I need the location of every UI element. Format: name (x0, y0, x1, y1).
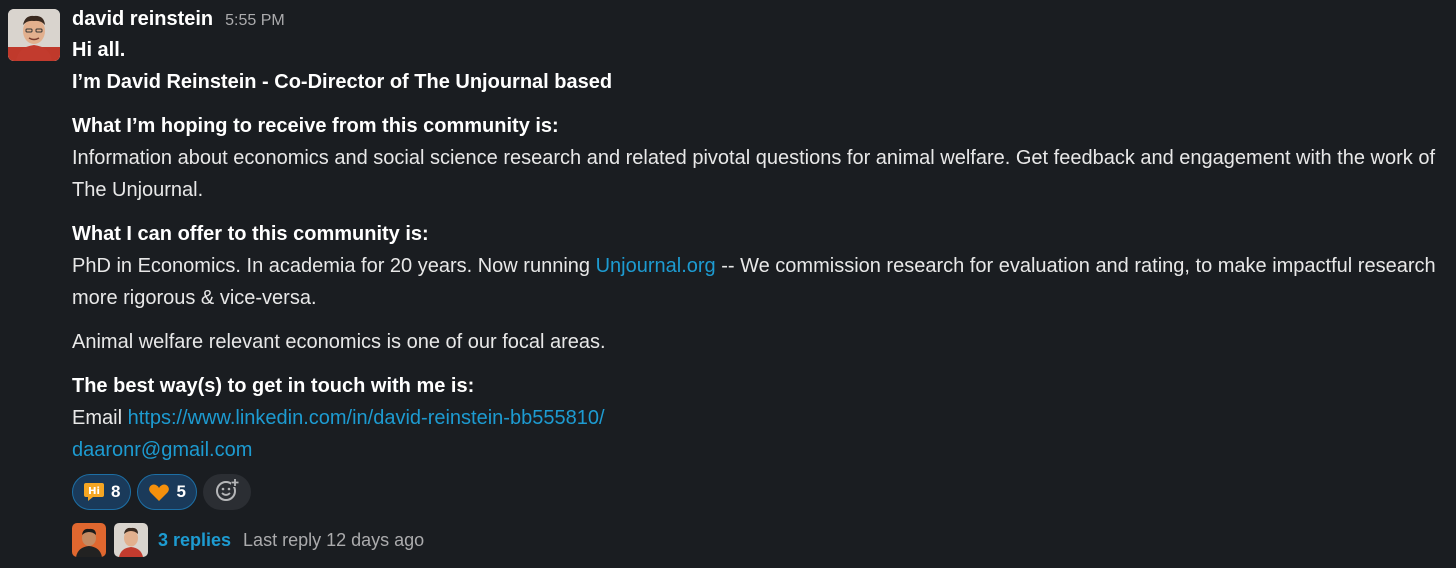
thread-replies-link[interactable]: 3 replies (158, 530, 231, 551)
offer-text-pre: PhD in Economics. In academia for 20 yea… (72, 255, 596, 277)
section-body-receive: Information about economics and social s… (72, 147, 1435, 201)
email-link[interactable]: daaronr@gmail.com (72, 439, 252, 461)
author-name[interactable]: david reinstein (72, 4, 213, 34)
focal-areas-line: Animal welfare relevant economics is one… (72, 331, 606, 353)
svg-text:Hi: Hi (88, 486, 100, 497)
email-line: daaronr@gmail.com (72, 434, 1448, 466)
thread-last-reply: Last reply 12 days ago (243, 529, 425, 550)
orange-heart-icon (148, 481, 170, 503)
message: david reinstein 5:55 PM Hi all. I’m Davi… (0, 0, 1456, 568)
greeting-line: Hi all. (72, 39, 126, 61)
section-heading-offer: What I can offer to this community is: (72, 223, 429, 245)
message-timestamp[interactable]: 5:55 PM (225, 6, 285, 36)
reactions-bar: Hi 8 5 (72, 474, 1448, 510)
email-label: Email (72, 407, 128, 429)
section-body-offer: PhD in Economics. In academia for 20 yea… (72, 250, 1448, 314)
reaction-heart[interactable]: 5 (137, 474, 197, 510)
message-header: david reinstein 5:55 PM (72, 4, 1448, 34)
reaction-heart-count: 5 (176, 482, 186, 501)
reaction-hi-count: 8 (111, 482, 121, 501)
message-body: Hi all. I’m David Reinstein - Co-Directo… (72, 34, 1448, 466)
reply-avatar-2 (114, 523, 148, 557)
linkedin-link[interactable]: https://www.linkedin.com/in/david-reinst… (128, 407, 605, 429)
intro-line: I’m David Reinstein - Co-Director of The… (72, 71, 613, 93)
section-heading-receive: What I’m hoping to receive from this com… (72, 115, 559, 137)
hi-speech-bubble-icon: Hi (83, 481, 105, 503)
reply-avatar-1 (72, 523, 106, 557)
section-heading-contact: The best way(s) to get in touch with me … (72, 375, 475, 397)
add-emoji-icon (214, 477, 240, 508)
thread-summary[interactable]: 3 replies Last reply 12 days ago (72, 522, 1448, 558)
author-avatar-image (8, 9, 60, 61)
message-content: david reinstein 5:55 PM Hi all. I’m Davi… (72, 4, 1448, 558)
contact-line: Email https://www.linkedin.com/in/david-… (72, 402, 1448, 434)
reaction-hi[interactable]: Hi 8 (72, 474, 132, 510)
add-reaction-button[interactable] (202, 474, 251, 510)
unjournal-link[interactable]: Unjournal.org (596, 255, 716, 277)
author-avatar[interactable] (8, 9, 60, 61)
